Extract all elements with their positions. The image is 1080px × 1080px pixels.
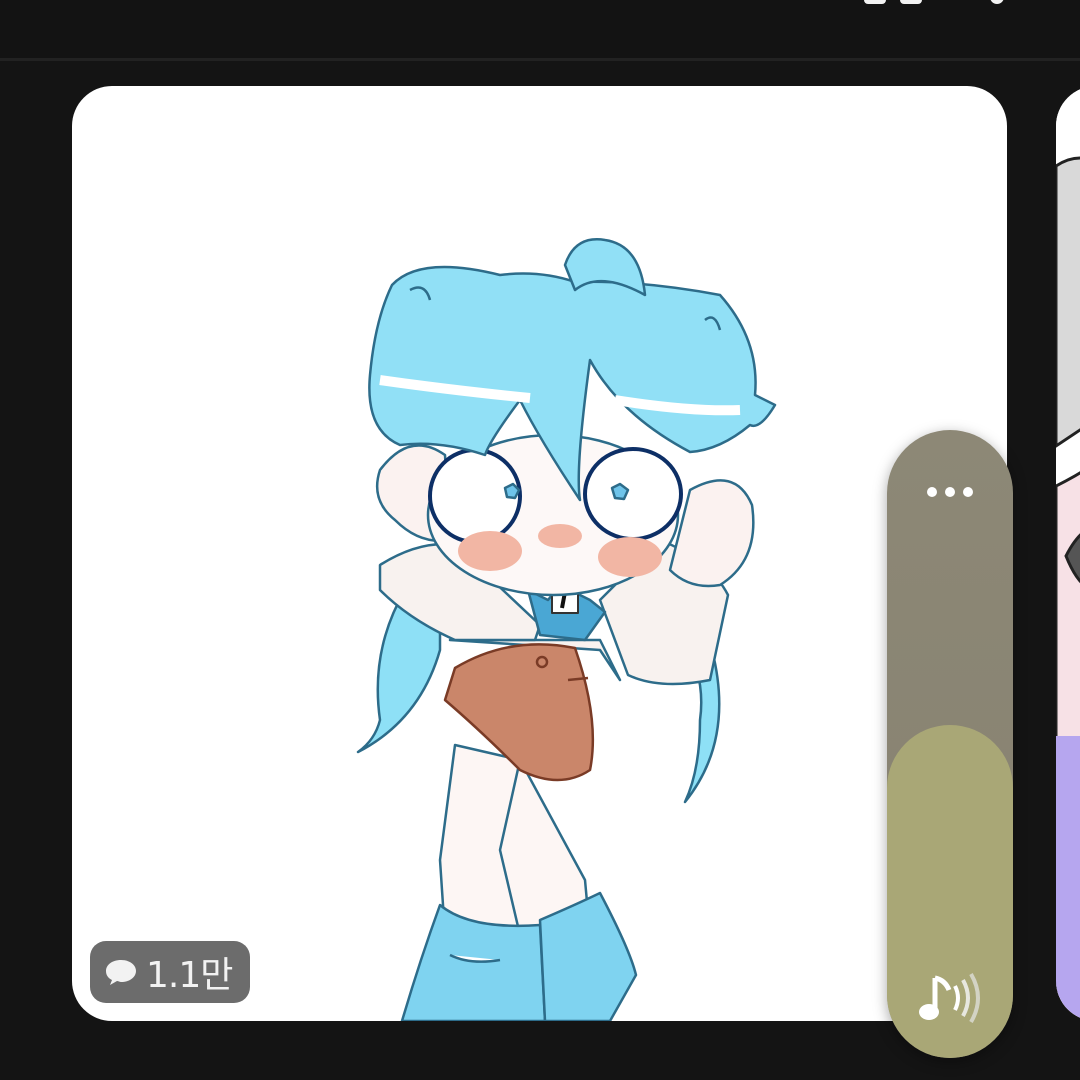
next-post-card[interactable] <box>1056 86 1080 1021</box>
music-note-sound-icon[interactable] <box>909 958 989 1038</box>
volume-slider[interactable] <box>887 430 1013 1058</box>
status-icon <box>864 0 886 4</box>
status-icon <box>900 0 922 4</box>
status-icon <box>990 0 1004 4</box>
top-bar <box>0 0 1080 58</box>
more-dots-icon[interactable] <box>917 470 983 514</box>
chibi-character-illustration <box>356 238 777 1021</box>
post-card[interactable]: 1.1만 <box>72 86 1007 1021</box>
comment-count-badge[interactable]: 1.1만 <box>90 941 251 1003</box>
partial-illustration <box>1056 86 1080 1021</box>
comment-count: 1.1만 <box>146 955 233 996</box>
divider <box>0 58 1080 61</box>
speech-bubble-icon <box>106 960 136 985</box>
